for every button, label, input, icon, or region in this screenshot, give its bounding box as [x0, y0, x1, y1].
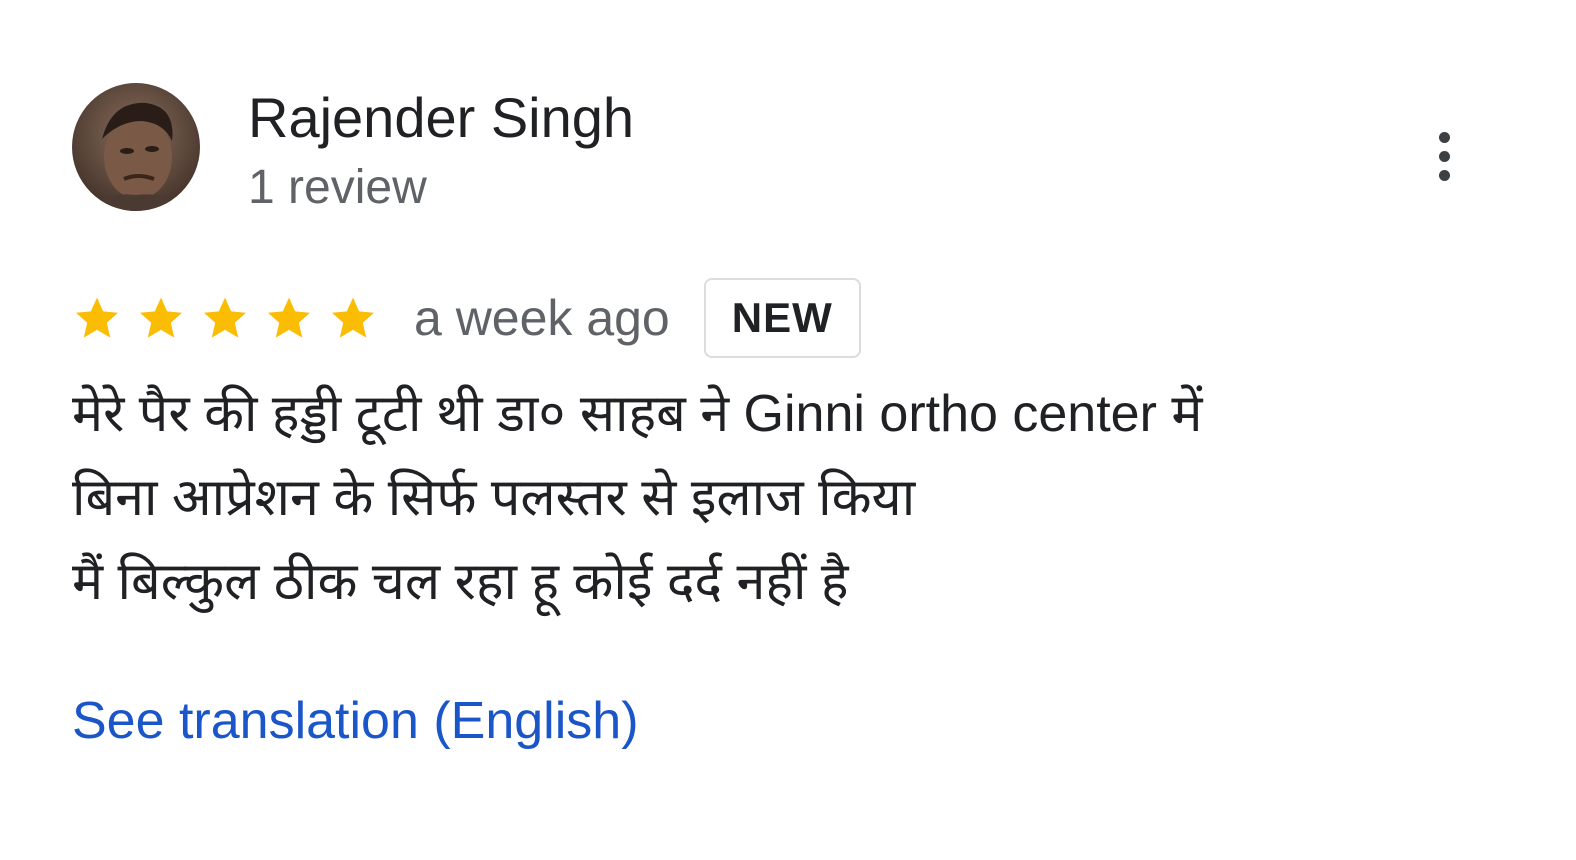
avatar[interactable] [72, 83, 200, 211]
review-text: मेरे पैर की हड्डी टूटी थी डा० साहब ने Gi… [72, 372, 1512, 624]
star-icon [200, 294, 250, 342]
review-text-line: मैं बिल्कुल ठीक चल रहा हू कोई दर्द नहीं … [72, 553, 849, 611]
star-icon [72, 294, 122, 342]
more-vertical-icon [1438, 131, 1450, 143]
review-text-line: बिना आप्रेशन के सिर्फ पलस्तर से इलाज किय… [72, 469, 916, 527]
reviewer-review-count: 1 review [248, 161, 427, 214]
new-badge: NEW [703, 278, 861, 358]
see-translation-link[interactable]: See translation (English) [72, 686, 639, 756]
review-date: a week ago [414, 290, 670, 346]
star-rating [72, 294, 378, 342]
review-card: Rajender Singh 1 review a week ago NEW म… [0, 0, 1576, 860]
star-icon [264, 294, 314, 342]
rating-row: a week ago NEW [72, 276, 861, 360]
review-text-line: मेरे पैर की हड्डी टूटी थी डा० साहब ने Gi… [72, 385, 1203, 443]
star-icon [136, 294, 186, 342]
avatar-image [72, 83, 200, 211]
more-options-button[interactable] [1420, 124, 1468, 188]
star-icon [328, 294, 378, 342]
reviewer-name[interactable]: Rajender Singh [248, 84, 634, 152]
